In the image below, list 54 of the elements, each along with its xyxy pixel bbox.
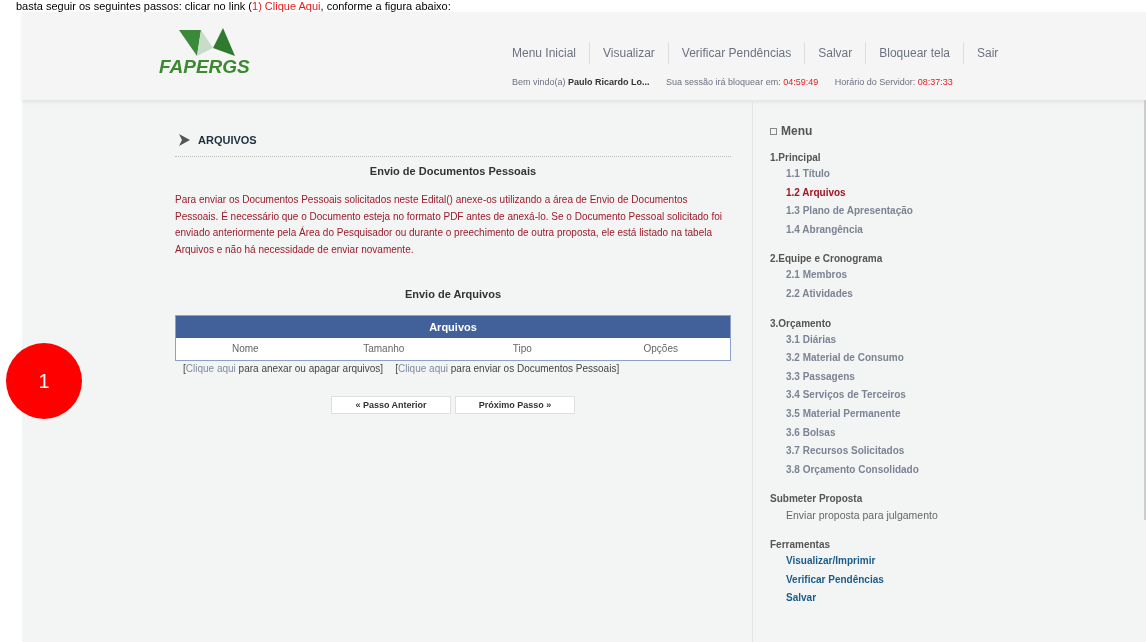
step-button[interactable]: Próximo Passo » <box>455 396 575 414</box>
menu-item[interactable]: 1.4 Abrangência <box>770 220 1130 240</box>
menu-group-label: 3.Orçamento <box>770 317 833 329</box>
link-text: [Clique aqui para anexar ou apagar arquivos] <box>183 363 384 374</box>
welcome-text: Bem vindo(a) Paulo Ricardo Lo... <box>512 77 650 87</box>
menu-item[interactable]: 1.2 Arquivos <box>770 183 1130 203</box>
menu-item[interactable]: 3.6 Bolsas <box>770 423 1130 443</box>
step-marker: 1 <box>6 343 82 419</box>
nav-link[interactable]: Verificar Pendências <box>668 46 805 60</box>
logo-text: FAPERGS <box>159 56 250 78</box>
caption-text: basta seguir os seguintes passos: clicar no link (1) Clique Aqui, conforme a figura abaixo: <box>16 0 452 12</box>
menu-item[interactable]: 1.3 Plano de Apresentação <box>770 202 1130 221</box>
column-header: Tamanho <box>362 343 406 354</box>
menu-item[interactable]: Salvar <box>770 589 1130 608</box>
menu-item[interactable]: 3.8 Orçamento Consolidado <box>770 460 1130 480</box>
section-title: ARQUIVOS <box>198 134 257 146</box>
nav-link[interactable]: Menu Inicial <box>512 46 590 60</box>
column-header: Tipo <box>511 343 533 354</box>
logo-icon <box>179 26 235 58</box>
menu-item[interactable]: 3.2 Material de Consumo <box>770 349 1130 368</box>
nav-link[interactable]: Visualizar <box>590 46 668 60</box>
menu-item[interactable]: 3.5 Material Permanente <box>770 404 1130 424</box>
nav-link[interactable]: Sair <box>964 46 1012 60</box>
square-icon <box>770 127 777 135</box>
menu-item[interactable]: Enviar proposta para julgamento <box>770 506 1130 525</box>
menu-item[interactable]: 3.1 Diárias <box>770 330 1130 350</box>
nav-link[interactable]: Salvar <box>805 46 866 60</box>
server-time-label: Horário do Servidor: <box>834 77 916 87</box>
menu-item[interactable]: 3.4 Serviços de Terceiros <box>770 386 1130 405</box>
session-timer: 04:59:49 <box>783 77 819 87</box>
column-header: Opções <box>642 343 679 354</box>
server-time: 08:37:33 <box>917 77 953 87</box>
menu-item[interactable]: 1.1 Título <box>770 165 1130 184</box>
nav-link[interactable]: Bloquear tela <box>866 46 963 60</box>
column-header: Nome <box>230 343 260 354</box>
menu-title: Menu <box>781 124 813 138</box>
menu-item[interactable]: 2.1 Membros <box>770 266 1130 285</box>
menu-item[interactable]: Visualizar/Imprimir <box>770 551 1130 571</box>
session-label: Sua sessão irá bloquear em: <box>666 77 781 87</box>
menu-group-label: Ferramentas <box>770 538 832 550</box>
menu-item[interactable]: Verificar Pendências <box>770 570 1130 590</box>
menu-group-label: 2.Equipe e Cronograma <box>770 253 884 265</box>
step-button[interactable]: « Passo Anterior <box>331 396 451 414</box>
menu-item[interactable]: 2.2 Atividades <box>770 284 1130 304</box>
link-text: [Clique aqui para enviar os Documentos Pessoais] <box>395 363 620 374</box>
menu-item[interactable]: 3.7 Recursos Solicitados <box>770 442 1130 461</box>
table-title: Arquivos <box>176 316 730 338</box>
menu-group-label: Submeter Proposta <box>770 493 864 505</box>
chevron-icon <box>179 134 190 146</box>
notice-text: Para enviar os Documentos Pessoais solicitados neste Edital() anexe-os utilizando a área de Envio de Documentos Pessoais. É necessário que o Documento esteja no formato PDF antes de anexá-lo. Se o Documento Pessoal solicitado foi enviado anteriormente pela Área do Pesquisador ou durante o preechimento de outra proposta, ele está listado na tabela Arquivos e não há necessidade de enviar novamente. <box>175 193 723 257</box>
files-title: Envio de Arquivos <box>403 288 503 300</box>
menu-group-label: 1.Principal <box>770 152 822 163</box>
menu-item[interactable]: 3.3 Passagens <box>770 367 1130 387</box>
subtitle: Envio de Documentos Pessoais <box>368 165 538 177</box>
